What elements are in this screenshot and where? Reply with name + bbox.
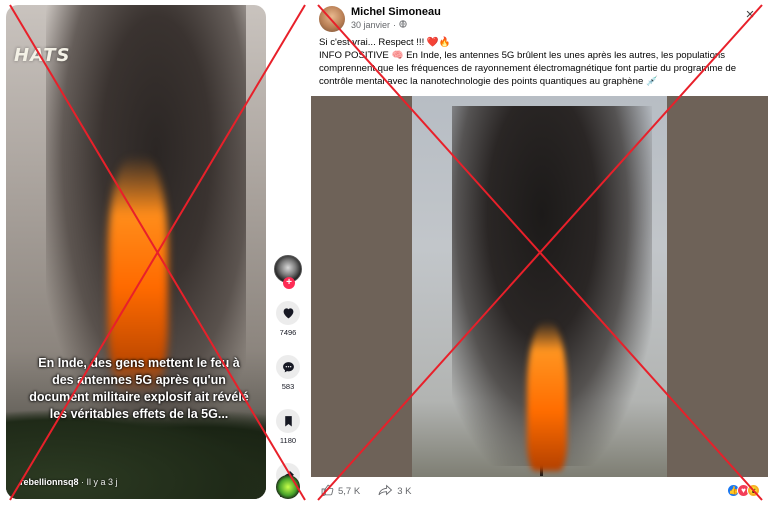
watermark-logo: HATS <box>14 45 71 66</box>
wow-reaction-icon: 😮 <box>747 484 760 497</box>
close-icon[interactable]: × <box>741 6 759 24</box>
follow-button[interactable]: + <box>283 277 295 289</box>
heart-icon[interactable] <box>276 301 300 325</box>
author-username[interactable]: rebellionnsq8 <box>20 477 79 487</box>
comment-count: 583 <box>281 382 295 391</box>
dot-separator: · <box>393 20 397 30</box>
video-caption: En Inde, des gens mettent le feu à des a… <box>29 356 249 421</box>
tiktok-video-frame[interactable]: HATS En Inde, des gens mettent le feu à … <box>6 5 266 499</box>
creator-avatar[interactable]: + <box>274 255 302 289</box>
post-text-line2: INFO POSITIVE 🧠 En Inde, les antennes 5G… <box>319 50 737 87</box>
share-arrow-icon[interactable] <box>378 484 393 499</box>
share-count: 3 K <box>397 486 412 497</box>
post-text: Si c'est vrai... Respect !!! ❤️🔥 INFO PO… <box>319 36 761 88</box>
video-author[interactable]: rebellionnsq8 · Il y a 3 j <box>20 477 118 487</box>
like-action[interactable]: 7496 <box>272 301 304 337</box>
bookmark-icon[interactable] <box>276 409 300 433</box>
reaction-icons[interactable]: 👍 ♥ 😮 <box>727 484 760 497</box>
author-avatar[interactable] <box>319 6 345 32</box>
post-media[interactable] <box>311 96 768 477</box>
tower-fire-photo[interactable] <box>412 96 667 477</box>
post-meta: 30 janvier · <box>351 20 407 30</box>
author-name[interactable]: Michel Simoneau <box>351 6 441 18</box>
comment-icon[interactable] <box>276 355 300 379</box>
facebook-post: Michel Simoneau 30 janvier · × Si c'est … <box>311 0 768 505</box>
post-text-line1: Si c'est vrai... Respect !!! ❤️🔥 <box>319 37 451 48</box>
globe-icon <box>399 20 407 30</box>
tiktok-action-rail: + 7496 583 1180 2779 <box>272 255 304 499</box>
creator-profile[interactable]: + <box>272 255 304 289</box>
music-disc-icon[interactable] <box>276 475 300 499</box>
share-stat[interactable]: 3 K <box>378 484 411 499</box>
save-count: 1180 <box>279 436 297 445</box>
fire <box>527 321 567 471</box>
like-stat[interactable]: 5,7 K <box>321 484 360 499</box>
post-age: · Il y a 3 j <box>78 477 118 487</box>
like-count: 5,7 K <box>338 486 361 497</box>
post-date[interactable]: 30 janvier <box>351 20 390 30</box>
thumbs-up-icon[interactable] <box>321 484 334 499</box>
engagement-bar: 5,7 K 3 K 👍 ♥ 😮 <box>311 478 768 505</box>
comment-action[interactable]: 583 <box>272 355 304 391</box>
save-action[interactable]: 1180 <box>272 409 304 445</box>
like-count: 7496 <box>279 328 297 337</box>
